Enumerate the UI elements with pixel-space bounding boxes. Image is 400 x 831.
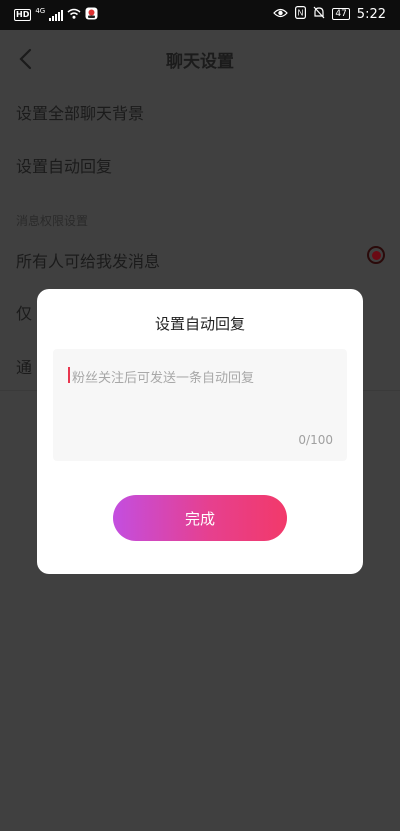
only-option-row[interactable]: 仅 (16, 300, 32, 324)
status-left: HD 4G (14, 7, 98, 23)
done-button[interactable]: 完成 (113, 495, 287, 541)
char-counter: 0/100 (298, 433, 333, 447)
hd-icon: HD (14, 9, 32, 21)
header: 聊天设置 (0, 30, 400, 88)
svg-text:N: N (298, 9, 304, 18)
auto-reply-dialog: 设置自动回复 粉丝关注后可发送一条自动回复 0/100 完成 (37, 289, 363, 574)
section-label: 消息权限设置 (16, 214, 89, 228)
page-title: 聊天设置 (166, 52, 234, 72)
text-caret (68, 367, 70, 383)
clock: 5:22 (356, 6, 386, 22)
mute-icon (313, 6, 325, 22)
network-type: 4G (35, 7, 46, 15)
notify-option-row[interactable]: 通 (16, 354, 32, 378)
radio-selected[interactable] (367, 246, 385, 264)
battery-icon: 47 (332, 8, 350, 20)
set-auto-reply-row[interactable]: 设置自动回复 (16, 153, 112, 177)
signal-icon (49, 9, 64, 21)
everyone-can-message-row[interactable]: 所有人可给我发消息 (16, 248, 160, 272)
status-right: N 47 5:22 (273, 6, 386, 22)
dialog-title: 设置自动回复 (154, 315, 245, 333)
set-all-background-row[interactable]: 设置全部聊天背景 (16, 100, 144, 124)
eye-icon (273, 8, 289, 21)
wifi-icon (67, 8, 81, 22)
nfc-icon: N (295, 6, 307, 22)
status-bar: HD 4G N 47 5:22 (0, 0, 400, 30)
app-notification-icon (85, 7, 98, 23)
auto-reply-input[interactable]: 粉丝关注后可发送一条自动回复 0/100 (53, 349, 347, 461)
input-placeholder: 粉丝关注后可发送一条自动回复 (72, 371, 255, 386)
